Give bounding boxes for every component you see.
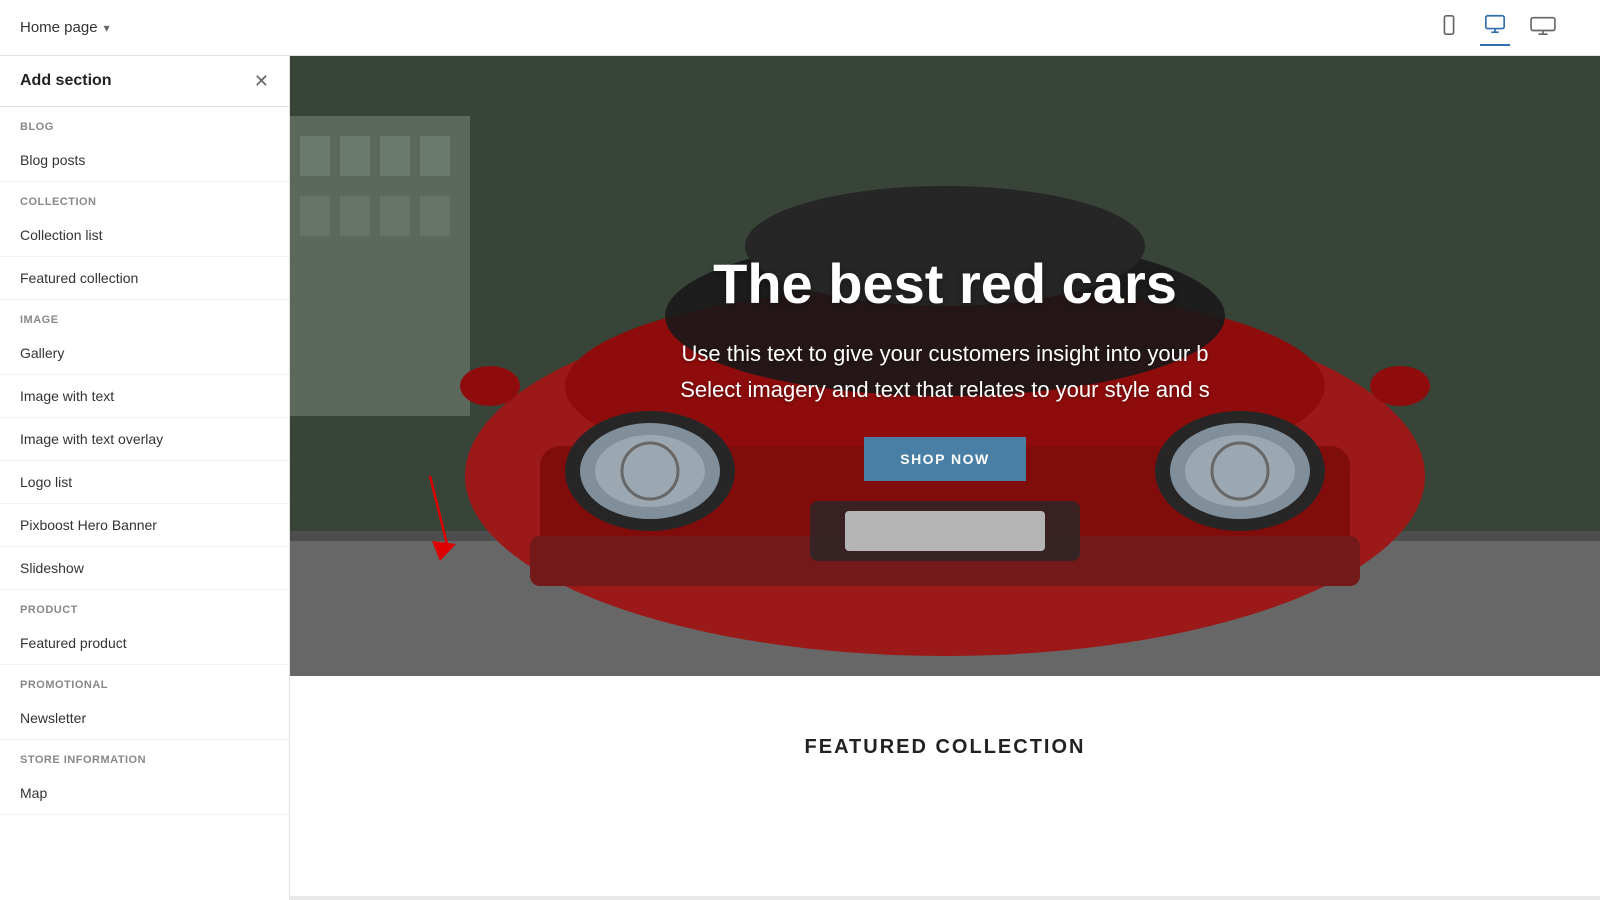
sidebar-header: Add section ✕ [0,56,289,107]
sidebar-item-newsletter[interactable]: Newsletter [0,697,289,740]
featured-collection-title: FEATURED COLLECTION [310,736,1580,759]
preview-area: The best red cars Use this text to give … [290,56,1600,900]
shop-now-button[interactable]: SHOP NOW [864,437,1026,481]
device-icons [1434,9,1560,46]
sidebar-item-featured-collection[interactable]: Featured collection [0,257,289,300]
sidebar-item-featured-product[interactable]: Featured product [0,622,289,665]
category-collection: COLLECTION [0,182,289,214]
sidebar-item-slideshow[interactable]: Slideshow [0,547,289,590]
sidebar-item-map[interactable]: Map [0,772,289,815]
sidebar-item-blog-posts[interactable]: Blog posts [0,139,289,182]
mobile-icon[interactable] [1434,10,1464,45]
page-selector[interactable]: Home page ▾ [20,19,110,36]
sidebar-item-image-with-text-overlay[interactable]: Image with text overlay [0,418,289,461]
sidebar: Add section ✕ BLOG Blog posts COLLECTION… [0,56,290,900]
category-promotional: PROMOTIONAL [0,665,289,697]
sidebar-item-image-with-text[interactable]: Image with text [0,375,289,418]
hero-title: The best red cars [680,251,1210,316]
sidebar-item-logo-list[interactable]: Logo list [0,461,289,504]
category-blog: BLOG [0,107,289,139]
featured-collection-section: FEATURED COLLECTION [290,676,1600,896]
chevron-down-icon: ▾ [104,21,110,35]
widescreen-icon[interactable] [1526,10,1560,45]
hero-content: The best red cars Use this text to give … [660,231,1230,500]
main-layout: Add section ✕ BLOG Blog posts COLLECTION… [0,56,1600,900]
category-store-information: STORE INFORMATION [0,740,289,772]
category-image: IMAGE [0,300,289,332]
hero-subtitle-line2: Select imagery and text that relates to … [680,372,1210,407]
sidebar-item-collection-list[interactable]: Collection list [0,214,289,257]
header: Home page ▾ [0,0,1600,56]
sidebar-title: Add section [20,72,112,90]
sidebar-item-pixboost-hero-banner[interactable]: Pixboost Hero Banner [0,504,289,547]
sidebar-item-gallery[interactable]: Gallery [0,332,289,375]
close-icon[interactable]: ✕ [254,72,269,90]
hero-subtitle: Use this text to give your customers ins… [680,336,1210,406]
desktop-icon[interactable] [1480,9,1510,46]
hero-section: The best red cars Use this text to give … [290,56,1600,676]
category-product: PRODUCT [0,590,289,622]
hero-subtitle-line1: Use this text to give your customers ins… [680,336,1210,371]
page-label: Home page [20,19,98,36]
